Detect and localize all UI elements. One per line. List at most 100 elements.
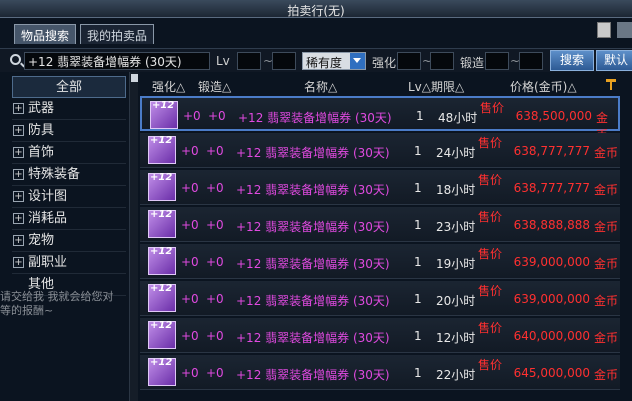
- table-row[interactable]: +12 +0 +0 +12 翡翠装备增幅券 (30天) 1 22小时 售价 64…: [140, 355, 620, 390]
- cell-forge: +0: [208, 109, 226, 123]
- ticket-icon: +12: [148, 320, 176, 349]
- search-button[interactable]: 搜索: [550, 50, 594, 71]
- cell-unit: 金币: [594, 331, 619, 345]
- cell-forge: +0: [206, 255, 224, 269]
- table-row[interactable]: +12 +0 +0 +12 翡翠装备增幅券 (30天) 1 12小时 售价 64…: [140, 318, 620, 353]
- cell-unit: 金币: [594, 220, 619, 234]
- table-row[interactable]: +12 +0 +0 +12 翡翠装备增幅券 (30天) 1 24小时 售价 63…: [140, 133, 620, 168]
- cell-price: 638,888,888: [513, 218, 590, 232]
- enhance-label: 强化: [372, 56, 397, 70]
- cell-forge: +0: [206, 292, 224, 306]
- lv-label: Lv: [216, 54, 230, 68]
- ticket-icon: +12: [150, 100, 178, 129]
- cell-price: 638,500,000: [515, 109, 592, 123]
- enhance-max-field[interactable]: [430, 52, 454, 70]
- expand-icon[interactable]: +: [13, 257, 24, 268]
- cell-price: 638,777,777: [513, 144, 590, 158]
- cell-unit: 金币: [594, 146, 619, 160]
- rarity-select-value: 稀有度: [306, 56, 343, 70]
- table-row[interactable]: +12 +0 +0 +12 翡翠装备增幅券 (30天) 1 48小时 售价 63…: [140, 96, 620, 142]
- forge-label: 锻造: [460, 56, 485, 70]
- header-forge[interactable]: 锻造△: [198, 78, 231, 95]
- table-row[interactable]: +12 +0 +0 +12 翡翠装备增幅券 (30天) 1 18小时 售价 63…: [140, 170, 620, 205]
- cell-duration: 24小时: [436, 146, 476, 160]
- forge-max-field[interactable]: [519, 52, 543, 70]
- cell-price: 639,000,000: [513, 292, 590, 306]
- cell-name: +12 翡翠装备增幅券 (30天): [236, 146, 390, 160]
- expand-icon[interactable]: +: [13, 191, 24, 202]
- cell-enhance: +0: [183, 109, 201, 123]
- sidebar-item-armor[interactable]: + 防具: [12, 120, 126, 142]
- cell-lv: 1: [414, 181, 422, 195]
- default-button[interactable]: 默认: [596, 50, 632, 71]
- header-enhance[interactable]: 强化△: [152, 78, 185, 95]
- title-bar: 拍卖行(无): [0, 0, 632, 18]
- expand-icon[interactable]: +: [13, 147, 24, 158]
- sidebar-item-label: 特殊装备: [28, 167, 81, 182]
- tab-item-search[interactable]: 物品搜索: [14, 24, 77, 44]
- cell-name: +12 翡翠装备增幅券 (30天): [238, 111, 392, 125]
- search-bar: Lv ~ 稀有度 强化 ~ 锻造 ~ 搜索 默认: [0, 48, 632, 72]
- lv-min-field[interactable]: [237, 52, 261, 70]
- ticket-icon: +12: [148, 172, 176, 201]
- sidebar-item-jewelry[interactable]: + 首饰: [12, 142, 126, 164]
- trash-icon[interactable]: [597, 22, 611, 38]
- sidebar-item-label: 全部: [55, 80, 82, 95]
- toolbar-icon[interactable]: [617, 22, 632, 38]
- expand-icon[interactable]: +: [13, 169, 24, 180]
- sidebar-item-label: 宠物: [28, 233, 55, 248]
- table-row[interactable]: +12 +0 +0 +12 翡翠装备增幅券 (30天) 1 23小时 售价 63…: [140, 207, 620, 242]
- cell-forge: +0: [206, 181, 224, 195]
- tab-my-auctions[interactable]: 我的拍卖品: [80, 24, 155, 44]
- sidebar-item-label: 武器: [28, 101, 55, 116]
- sidebar-item-weapon[interactable]: + 武器: [12, 98, 126, 120]
- lv-max-field[interactable]: [272, 52, 296, 70]
- cell-forge: +0: [206, 329, 224, 343]
- npc-chat-text: 请交给我 我就会给您对等的报酬~: [0, 290, 114, 317]
- sidebar-item-label: 消耗品: [28, 211, 68, 226]
- cell-name: +12 翡翠装备增幅券 (30天): [236, 220, 390, 234]
- sidebar-item-special[interactable]: + 特殊装备: [12, 164, 126, 186]
- expand-icon[interactable]: +: [13, 235, 24, 246]
- cell-enhance: +0: [181, 218, 199, 232]
- cell-price: 640,000,000: [513, 329, 590, 343]
- header-name[interactable]: 名称△: [304, 78, 337, 95]
- sidebar-item-blueprint[interactable]: + 设计图: [12, 186, 126, 208]
- ticket-icon: +12: [148, 135, 176, 164]
- cell-lv: 1: [416, 109, 424, 123]
- table-row[interactable]: +12 +0 +0 +12 翡翠装备增幅券 (30天) 1 19小时 售价 63…: [140, 244, 620, 279]
- expand-icon[interactable]: +: [13, 213, 24, 224]
- sidebar-item-all[interactable]: 全部: [12, 76, 126, 98]
- category-sidebar: 全部 + 武器 + 防具 + 首饰 + 特殊装备 + 设计图 + 消耗品 + 宠物 + 副职业 …: [12, 76, 126, 401]
- scroll-up-icon[interactable]: [131, 74, 138, 82]
- cell-duration: 12小时: [436, 331, 476, 345]
- expand-icon[interactable]: +: [13, 103, 24, 114]
- cell-price: 645,000,000: [513, 366, 590, 380]
- listing-table: +12 +0 +0 +12 翡翠装备增幅券 (30天) 1 48小时 售价 63…: [140, 96, 620, 392]
- cell-name: +12 翡翠装备增幅券 (30天): [236, 257, 390, 271]
- sidebar-item-consumable[interactable]: + 消耗品: [12, 208, 126, 230]
- cell-name: +12 翡翠装备增幅券 (30天): [236, 331, 390, 345]
- hammer-icon: [606, 79, 616, 90]
- chevron-down-icon: [350, 53, 365, 69]
- cell-forge: +0: [206, 144, 224, 158]
- cell-lv: 1: [414, 366, 422, 380]
- cell-unit: 金币: [594, 294, 619, 308]
- rarity-select[interactable]: 稀有度: [302, 52, 366, 70]
- search-input[interactable]: [24, 52, 210, 70]
- header-price[interactable]: 价格(金币)△: [510, 78, 577, 95]
- enhance-min-field[interactable]: [397, 52, 421, 70]
- sidebar-item-label: 副职业: [28, 255, 68, 270]
- sidebar-item-subjob[interactable]: + 副职业: [12, 252, 126, 274]
- table-row[interactable]: +12 +0 +0 +12 翡翠装备增幅券 (30天) 1 20小时 售价 63…: [140, 281, 620, 316]
- cell-duration: 18小时: [436, 183, 476, 197]
- header-lv-duration[interactable]: Lv△期限△: [408, 78, 464, 95]
- sidebar-item-pet[interactable]: + 宠物: [12, 230, 126, 252]
- expand-icon[interactable]: +: [13, 125, 24, 136]
- cell-price: 638,777,777: [513, 181, 590, 195]
- forge-min-field[interactable]: [485, 52, 509, 70]
- cell-duration: 48小时: [438, 111, 478, 125]
- scrollbar[interactable]: [129, 72, 138, 401]
- cell-lv: 1: [414, 255, 422, 269]
- cell-lv: 1: [414, 292, 422, 306]
